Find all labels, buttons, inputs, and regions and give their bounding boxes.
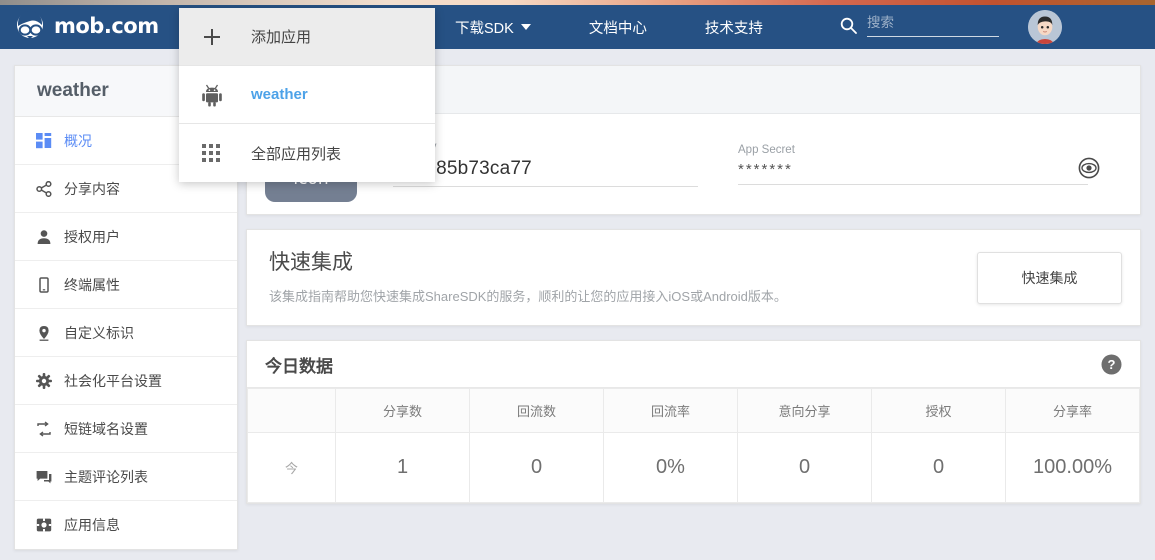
app-secret-label: App Secret	[738, 143, 795, 156]
table-header-return-rate: 回流率	[603, 388, 738, 433]
app-info-icon	[35, 516, 53, 534]
sidebar-item-custom-identifier[interactable]: 自定义标识	[15, 309, 237, 357]
sidebar-item-authorized-users-label: 授权用户	[64, 228, 120, 245]
sidebar-item-share-content-label: 分享内容	[64, 180, 120, 197]
sidebar-item-authorized-users[interactable]: 授权用户	[15, 213, 237, 261]
nav-tech-support[interactable]: 技术支持	[705, 17, 763, 38]
eye-icon[interactable]	[1078, 157, 1100, 179]
grid-icon	[201, 143, 235, 163]
table-header-row: 分享数 回流数 回流率 意向分享 授权 分享率	[247, 388, 1140, 433]
site-header: mob.com 下载SDK 文档中心 技术支持	[0, 5, 1155, 49]
top-gradient-strip	[0, 0, 1155, 5]
table-row-label: 今	[247, 432, 336, 503]
sidebar-item-social-platform-settings-label: 社会化平台设置	[64, 372, 162, 389]
search-box	[867, 14, 999, 37]
sidebar-item-topic-comments-label: 主题评论列表	[64, 468, 148, 485]
svg-text:?: ?	[1108, 357, 1116, 372]
cell-returns: 0	[469, 432, 604, 503]
sidebar-item-social-platform-settings[interactable]: 社会化平台设置	[15, 357, 237, 405]
quick-integration-card: 快速集成 该集成指南帮助您快速集成ShareSDK的服务，顺利的让您的应用接入i…	[246, 229, 1141, 326]
gear-icon	[35, 372, 53, 390]
nav-doc-center-label: 文档中心	[588, 20, 647, 37]
sidebar-item-short-link-domain[interactable]: 短链域名设置	[15, 405, 237, 453]
help-icon[interactable]: ?	[1101, 354, 1122, 375]
brand-name: mob.com	[54, 14, 159, 38]
comment-icon	[35, 468, 53, 486]
search-input[interactable]	[867, 15, 997, 30]
sidebar-item-device-attributes[interactable]: 终端属性	[15, 261, 237, 309]
app-secret-value[interactable]: *******	[738, 161, 1088, 185]
app-key-field: App Key 122085b73ca77	[393, 141, 698, 187]
today-data-title: 今日数据	[265, 356, 333, 376]
nav-doc-center[interactable]: 文档中心	[589, 17, 647, 38]
cell-intent-share: 0	[737, 432, 872, 503]
app-secret-field: App Secret *******	[738, 143, 1100, 185]
dropdown-item-weather[interactable]: weather	[179, 66, 435, 124]
sidebar-item-overview-label: 概况	[64, 132, 92, 149]
quick-integration-body: 快速集成 该集成指南帮助您快速集成ShareSDK的服务，顺利的让您的应用接入i…	[247, 230, 1140, 325]
quick-integration-button-label: 快速集成	[1021, 270, 1078, 286]
nav-tech-support-label: 技术支持	[704, 20, 763, 37]
sidebar-item-app-info[interactable]: 应用信息	[15, 501, 237, 549]
avatar[interactable]	[1028, 10, 1062, 44]
share-icon	[35, 180, 53, 198]
dropdown-item-all-apps-label: 全部应用列表	[251, 145, 342, 163]
dropdown-item-all-apps[interactable]: 全部应用列表	[179, 124, 435, 182]
cell-return-rate: 0%	[603, 432, 738, 503]
header-search	[840, 14, 999, 37]
dropdown-item-add-app-label: 添加应用	[251, 29, 312, 46]
cell-shares: 1	[335, 432, 470, 503]
brand-logo[interactable]: mob.com	[14, 10, 159, 42]
search-icon[interactable]	[840, 17, 857, 34]
table-header-auth: 授权	[871, 388, 1006, 433]
nav-download-sdk-label: 下载SDK	[455, 20, 514, 37]
quick-integration-button[interactable]: 快速集成	[977, 252, 1122, 304]
today-data-header: 今日数据 ?	[247, 341, 1140, 388]
app-switcher-dropdown: 添加应用 weather 全部应用列表	[179, 8, 435, 182]
location-pin-icon	[35, 324, 53, 342]
table-header-corner	[247, 388, 336, 433]
page-root: mob.com 下载SDK 文档中心 技术支持 搜索 添加应用 weather …	[0, 0, 1155, 560]
chevron-down-icon	[520, 24, 531, 30]
table-header-intent-share: 意向分享	[737, 388, 872, 433]
dashboard-icon	[35, 132, 53, 150]
nav-download-sdk[interactable]: 下载SDK	[455, 17, 531, 38]
table-header-share-rate: 分享率	[1005, 388, 1140, 433]
app-key-label: App Key	[393, 141, 698, 153]
cell-auth: 0	[871, 432, 1006, 503]
dropdown-item-weather-label: weather	[251, 86, 308, 103]
mob-face-logo-icon	[14, 10, 46, 42]
sidebar-item-custom-identifier-label: 自定义标识	[64, 324, 134, 341]
cell-share-rate: 100.00%	[1005, 432, 1140, 503]
today-data-table: 分享数 回流数 回流率 意向分享 授权 分享率 今 1 0 0% 0 0 100…	[247, 388, 1140, 503]
table-header-returns: 回流数	[469, 388, 604, 433]
sidebar-item-topic-comments[interactable]: 主题评论列表	[15, 453, 237, 501]
today-data-card: 今日数据 ? 分享数 回流数 回流率 意向分享 授权 分享率 今 1 0 0% …	[246, 340, 1141, 504]
sidebar-item-app-info-label: 应用信息	[64, 517, 120, 533]
android-icon	[201, 83, 235, 107]
table-row: 今 1 0 0% 0 0 100.00%	[247, 432, 1140, 503]
mobile-icon	[35, 276, 53, 294]
plus-icon	[201, 26, 235, 48]
dropdown-item-add-app[interactable]: 添加应用	[179, 8, 435, 66]
user-icon	[35, 228, 53, 246]
main-nav: 下载SDK 文档中心 技术支持	[455, 5, 821, 49]
sidebar-item-short-link-domain-label: 短链域名设置	[64, 420, 148, 437]
sidebar-item-device-attributes-label: 终端属性	[64, 276, 120, 293]
table-header-shares: 分享数	[335, 388, 470, 433]
link-exchange-icon	[35, 420, 53, 438]
app-key-value[interactable]: 122085b73ca77	[393, 158, 698, 187]
